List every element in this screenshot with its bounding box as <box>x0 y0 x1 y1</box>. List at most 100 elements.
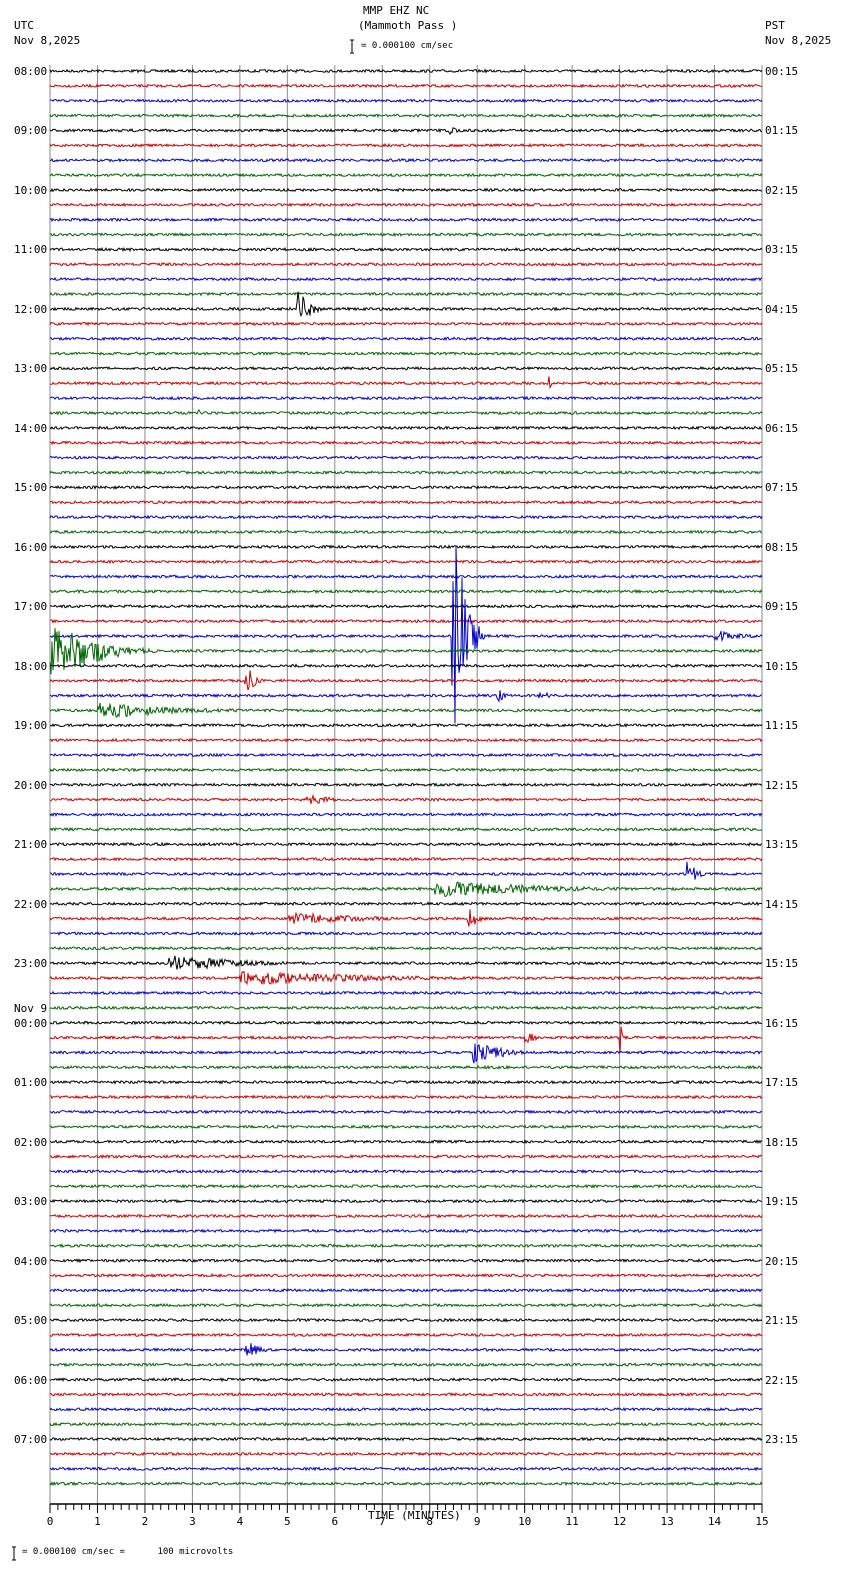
left-hour-label: 18:00 <box>14 659 48 673</box>
trace-23 <box>49 408 763 416</box>
trace-88 <box>49 1377 763 1383</box>
trace-27 <box>49 469 762 475</box>
trace-91 <box>49 1421 763 1427</box>
left-hour-label: 06:00 <box>14 1373 48 1387</box>
trace-34 <box>49 574 763 580</box>
x-tick-label: 9 <box>473 1515 481 1528</box>
trace-81 <box>49 1272 763 1279</box>
x-tick-label: 0 <box>46 1515 54 1528</box>
right-hour-label: 23:15 <box>765 1433 799 1447</box>
trace-15 <box>49 291 763 297</box>
trace-46 <box>49 752 763 758</box>
left-hour-label: 17:00 <box>14 600 48 614</box>
trace-92 <box>49 1436 763 1442</box>
right-hour-label: 16:15 <box>765 1016 799 1030</box>
right-hour-label: 18:15 <box>765 1135 799 1149</box>
trace-83 <box>49 1302 763 1308</box>
left-hour-label: 05:00 <box>14 1314 48 1328</box>
left-hour-label: 00:00 <box>14 1016 48 1030</box>
left-hour-label: 10:00 <box>14 183 48 197</box>
trace-1 <box>49 83 763 89</box>
trace-4 <box>49 127 762 136</box>
trace-31 <box>49 529 763 535</box>
right-hour-label: 22:15 <box>765 1373 799 1387</box>
trace-43 <box>49 702 763 718</box>
trace-35 <box>50 589 763 594</box>
trace-17 <box>49 321 763 327</box>
left-hour-label: 01:00 <box>14 1076 48 1090</box>
trace-94 <box>49 1466 763 1472</box>
left-hour-label: 02:00 <box>14 1135 48 1149</box>
left-hour-label: 23:00 <box>14 957 48 971</box>
trace-68 <box>50 1079 763 1085</box>
trace-82 <box>49 1287 763 1293</box>
left-hour-label: 13:00 <box>14 362 48 376</box>
trace-22 <box>50 395 763 401</box>
trace-8 <box>49 187 763 193</box>
right-hour-label: 10:15 <box>765 659 799 673</box>
left-hour-label: 19:00 <box>14 719 48 733</box>
trace-79 <box>49 1243 763 1249</box>
trace-20 <box>49 365 763 371</box>
trace-12 <box>49 246 763 252</box>
trace-52 <box>49 841 763 847</box>
trace-25 <box>49 440 763 446</box>
trace-53 <box>49 856 763 862</box>
right-hour-label: 20:15 <box>765 1254 799 1268</box>
scale-bar-icon <box>350 39 354 54</box>
right-hour-label: 06:15 <box>765 421 799 435</box>
right-hour-label: 01:15 <box>765 124 799 138</box>
trace-49 <box>50 793 763 804</box>
trace-66 <box>49 1043 763 1064</box>
trace-58 <box>50 930 763 936</box>
trace-70 <box>49 1109 763 1115</box>
left-hour-label: 16:00 <box>14 540 48 554</box>
x-tick-label: 4 <box>236 1515 244 1528</box>
right-hour-label: 14:15 <box>765 897 799 911</box>
trace-89 <box>49 1391 763 1398</box>
trace-64 <box>49 1020 763 1026</box>
trace-67 <box>49 1064 763 1070</box>
seismogram <box>12 39 763 1561</box>
trace-74 <box>49 1168 763 1174</box>
left-hour-label: 14:00 <box>14 421 48 435</box>
trace-95 <box>49 1481 763 1487</box>
trace-5 <box>49 142 763 148</box>
right-hour-label: 08:15 <box>765 540 799 554</box>
trace-36 <box>49 603 763 609</box>
trace-30 <box>49 514 763 520</box>
right-hour-label: 17:15 <box>765 1076 799 1090</box>
trace-77 <box>49 1213 763 1219</box>
trace-63 <box>49 1005 763 1011</box>
trace-3 <box>49 113 763 119</box>
trace-21 <box>49 376 763 390</box>
trace-10 <box>49 217 763 223</box>
trace-40 <box>49 663 763 669</box>
right-hour-label: 05:15 <box>765 362 799 376</box>
right-hour-label: 07:15 <box>765 481 799 495</box>
left-hour-label: 04:00 <box>14 1254 48 1268</box>
trace-6 <box>49 157 763 163</box>
trace-87 <box>49 1362 763 1368</box>
trace-32 <box>49 544 763 550</box>
trace-48 <box>49 782 763 788</box>
trace-80 <box>49 1258 763 1264</box>
date-change-label: Nov 9 <box>14 1001 48 1015</box>
right-hour-label: 15:15 <box>765 957 799 971</box>
left-hour-label: 21:00 <box>14 838 48 852</box>
left-hour-label: 12:00 <box>14 302 48 316</box>
right-hour-label: 09:15 <box>765 600 799 614</box>
trace-18 <box>49 336 763 342</box>
trace-61 <box>49 970 763 986</box>
trace-56 <box>49 901 763 907</box>
x-tick-label: 8 <box>426 1515 434 1528</box>
left-hour-label: 20:00 <box>14 778 48 792</box>
trace-7 <box>49 172 763 178</box>
trace-0 <box>49 68 763 74</box>
x-tick-label: 2 <box>141 1515 149 1528</box>
left-hour-label: 22:00 <box>14 897 48 911</box>
x-tick-label: 15 <box>755 1515 769 1528</box>
left-hour-label: 03:00 <box>14 1195 48 1209</box>
trace-29 <box>49 499 763 505</box>
left-hour-label: 15:00 <box>14 481 48 495</box>
